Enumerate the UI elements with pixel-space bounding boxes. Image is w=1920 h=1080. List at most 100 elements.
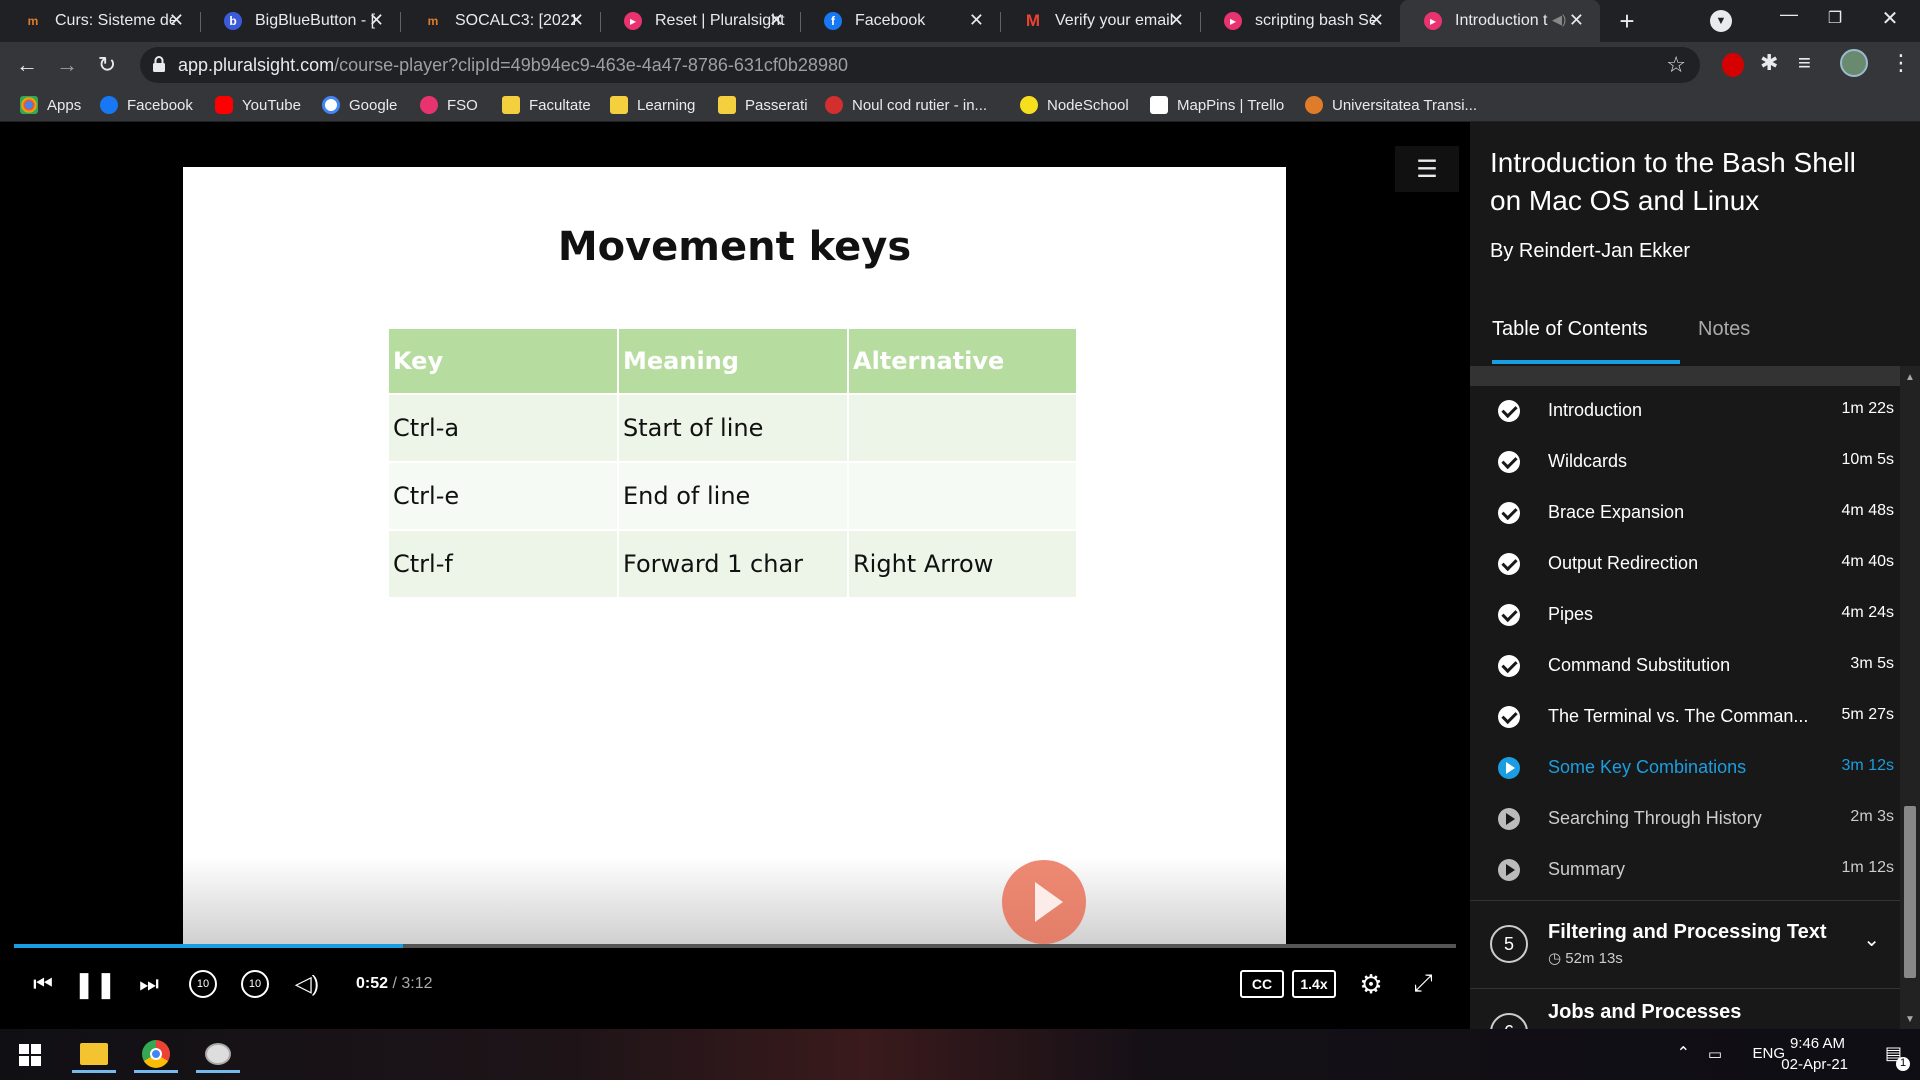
table-row: Ctrl-e End of line [387, 461, 1078, 531]
minimize-icon[interactable]: — [1764, 4, 1814, 34]
windows-start-icon[interactable] [8, 1037, 52, 1073]
bookmark-universitatea[interactable]: Universitatea Transi... [1305, 95, 1477, 115]
clip-brace-expansion[interactable]: Brace Expansion 4m 48s [1470, 488, 1904, 539]
media-control-icon[interactable]: ≡ [1798, 50, 1811, 76]
time-display: 0:52 / 3:12 [356, 975, 433, 992]
bookmark-facultate[interactable]: Facultate [502, 95, 591, 115]
browser-tab-strip: m Curs: Sisteme de o ✕ b BigBlueButton -… [0, 0, 1920, 42]
bookmark-google[interactable]: Google [322, 95, 397, 115]
close-icon[interactable]: ✕ [969, 10, 984, 31]
tab-4[interactable]: f Facebook ✕ [800, 0, 1000, 42]
scroll-up-icon[interactable]: ▲ [1905, 372, 1915, 383]
tab-title: scripting bash Se [1255, 12, 1375, 29]
address-bar[interactable]: app.pluralsight.com/course-player?clipId… [140, 47, 1700, 83]
fullscreen-icon[interactable]: ⤢ [1408, 964, 1438, 1004]
facebook-icon: f [824, 12, 842, 30]
closed-captions-button[interactable]: CC [1240, 970, 1284, 998]
clip-wildcards[interactable]: Wildcards 10m 5s [1470, 437, 1904, 488]
tab-5[interactable]: M Verify your email ✕ [1000, 0, 1200, 42]
paint-icon[interactable] [196, 1037, 240, 1073]
playback-speed-button[interactable]: 1.4x [1292, 970, 1336, 998]
tab-search-icon[interactable]: ▼ [1710, 10, 1732, 32]
bookmark-nodeschool[interactable]: NodeSchool [1020, 95, 1129, 115]
rewind-10-icon[interactable]: 10 [186, 964, 220, 1004]
tab-table-of-contents[interactable]: Table of Contents [1492, 302, 1648, 356]
restore-icon[interactable]: ❐ [1820, 8, 1850, 38]
forward-icon[interactable]: → [52, 50, 82, 80]
chevron-up-icon[interactable]: ⌃ [1677, 1043, 1690, 1063]
close-icon[interactable]: ✕ [369, 10, 384, 31]
tab-6[interactable]: ▸ scripting bash Se ✕ [1200, 0, 1400, 42]
course-author: By Reindert-Jan Ekker [1490, 240, 1691, 262]
chrome-icon[interactable] [134, 1037, 178, 1073]
speaker-muted-icon[interactable]: ◀) [1552, 12, 1566, 28]
module-number: 6 [1490, 1013, 1528, 1029]
clip-terminal-vs-command-line[interactable]: The Terminal vs. The Comman... 5m 27s [1470, 692, 1904, 743]
check-icon [1498, 451, 1520, 473]
close-icon[interactable]: ✕ [1169, 10, 1184, 31]
windows-taskbar: ⌃ ▭ ENG 9:46 AM 02-Apr-21 ▤ 1 [0, 1029, 1920, 1080]
bookmark-fso[interactable]: FSO [420, 95, 478, 115]
toc-scrollbar[interactable]: ▲ ▼ [1900, 366, 1920, 1029]
star-icon[interactable]: ☆ [1666, 52, 1686, 78]
video-frame: Movement keys Key Meaning Alternative Ct… [183, 167, 1286, 997]
new-tab-icon[interactable]: + [1612, 6, 1642, 36]
forward-10-icon[interactable]: 10 [238, 964, 272, 1004]
bookmark-apps[interactable]: Apps [20, 95, 81, 115]
menu-icon[interactable]: ⋮ [1890, 50, 1912, 76]
bookmark-learning[interactable]: Learning [610, 95, 695, 115]
apps-grid-icon [20, 96, 38, 114]
clock-time[interactable]: 9:46 AM [1790, 1035, 1845, 1052]
close-icon[interactable]: ✕ [169, 10, 184, 31]
mn-icon: m [27, 14, 39, 28]
next-clip-icon[interactable]: ⏭ [134, 964, 164, 1004]
tab-7-active[interactable]: ▸ Introduction t ◀) ✕ [1400, 0, 1600, 42]
big-play-icon[interactable] [1002, 860, 1086, 944]
avatar[interactable] [1840, 49, 1868, 77]
puzzle-icon[interactable]: ✱ [1760, 50, 1778, 76]
tab-1[interactable]: b BigBlueButton - [C ✕ [200, 0, 400, 42]
table-cell: Start of line [617, 393, 849, 463]
clip-searching-through-history[interactable]: Searching Through History 2m 3s [1470, 794, 1904, 845]
close-icon[interactable]: ✕ [769, 10, 784, 31]
back-icon[interactable]: ← [12, 50, 42, 80]
bookmark-youtube[interactable]: YouTube [215, 95, 301, 115]
clip-output-redirection[interactable]: Output Redirection 4m 40s [1470, 539, 1904, 590]
module-jobs-and-processes[interactable]: 6 Jobs and Processes [1470, 988, 1904, 1029]
bookmark-trello[interactable]: MapPins | Trello [1150, 95, 1284, 115]
check-icon [1498, 502, 1520, 524]
toggle-sidebar-icon[interactable]: ☰ [1395, 146, 1459, 192]
clip-introduction[interactable]: Introduction 1m 22s [1470, 386, 1904, 437]
module-filtering-and-processing-text[interactable]: 5 Filtering and Processing Text ◷ 52m 13… [1470, 900, 1904, 988]
tab-3[interactable]: ▸ Reset | Pluralsight ✕ [600, 0, 800, 42]
video-player[interactable]: Movement keys Key Meaning Alternative Ct… [0, 122, 1470, 1029]
tab-2[interactable]: m SOCALC3: [2021.0 ✕ [400, 0, 600, 42]
close-icon[interactable]: ✕ [569, 10, 584, 31]
tab-0[interactable]: m Curs: Sisteme de o ✕ [0, 0, 200, 42]
table-row: Ctrl-f Forward 1 char Right Arrow [387, 529, 1078, 599]
language-indicator[interactable]: ENG [1752, 1045, 1785, 1062]
scroll-down-icon[interactable]: ▼ [1905, 1014, 1915, 1025]
volume-icon[interactable]: ◁) [292, 964, 322, 1004]
bookmark-cod-rutier[interactable]: Noul cod rutier - in... [825, 95, 987, 115]
previous-clip-icon[interactable]: ⏮ [28, 964, 58, 1004]
pause-icon[interactable]: ❚❚ [73, 964, 117, 1004]
clip-command-substitution[interactable]: Command Substitution 3m 5s [1470, 641, 1904, 692]
clip-some-key-combinations[interactable]: Some Key Combinations 3m 12s [1470, 743, 1904, 794]
extension-icon[interactable] [1722, 53, 1744, 77]
scroll-thumb[interactable] [1904, 806, 1916, 978]
bookmark-passerati[interactable]: Passerati [718, 95, 808, 115]
tab-notes[interactable]: Notes [1698, 302, 1750, 356]
chevron-down-icon[interactable]: ⌄ [1863, 927, 1880, 952]
clip-summary[interactable]: Summary 1m 12s [1470, 845, 1904, 896]
bookmark-facebook[interactable]: Facebook [100, 95, 193, 115]
reload-icon[interactable]: ↻ [92, 50, 122, 80]
file-explorer-icon[interactable] [72, 1037, 116, 1073]
close-icon[interactable]: ✕ [1569, 10, 1584, 31]
close-icon[interactable]: ✕ [1369, 10, 1384, 31]
settings-gear-icon[interactable]: ⚙ [1356, 964, 1386, 1004]
clock-date[interactable]: 02-Apr-21 [1781, 1056, 1848, 1073]
close-window-icon[interactable]: ✕ [1870, 6, 1910, 36]
clip-pipes[interactable]: Pipes 4m 24s [1470, 590, 1904, 641]
battery-icon[interactable]: ▭ [1708, 1045, 1722, 1063]
